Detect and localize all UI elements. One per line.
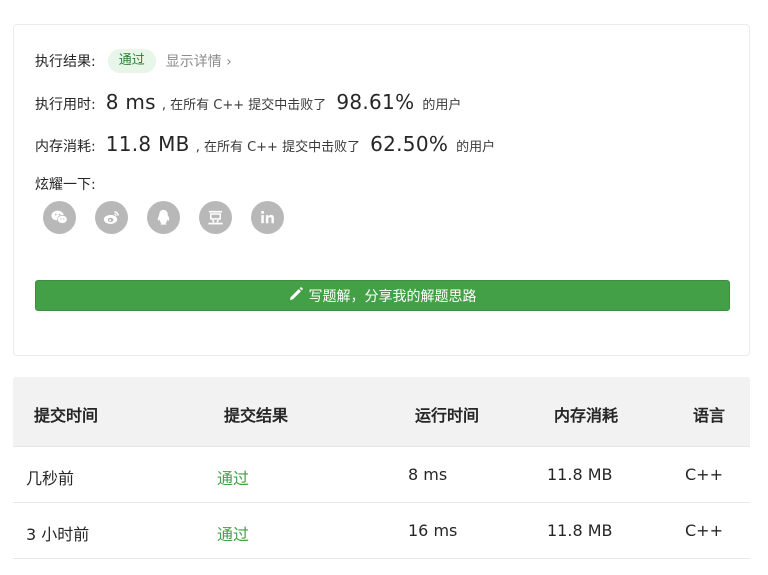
status-badge: 通过 [107,49,156,73]
memory-label: 内存消耗: [35,139,96,155]
table-header: 提交时间 提交结果 运行时间 内存消耗 语言 [13,377,750,447]
pencil-icon [289,286,303,305]
header-submit-time: 提交时间 [34,406,99,425]
runtime-label: 执行用时: [35,97,96,113]
submissions-table: 提交时间 提交结果 运行时间 内存消耗 语言 几秒前 通过 8 ms 11.8 … [13,377,750,559]
memory-percent: 62.50% [370,132,449,156]
memory-value: 11.8 MB [105,132,190,156]
language-cell: C++ [685,465,723,484]
memory-cell: 11.8 MB [547,521,613,540]
show-details-link[interactable]: 显示详情 › [166,51,232,71]
share-icons [43,201,284,234]
write-solution-button[interactable]: 写题解，分享我的解题思路 [35,280,730,311]
runtime-row: 执行用时: 8 ms , 在所有 C++ 提交中击败了 98.61% 的用户 [35,90,461,114]
write-solution-label: 写题解，分享我的解题思路 [308,288,477,305]
memory-beat-suffix: 的用户 [456,140,496,155]
runtime-cell: 16 ms [408,521,458,540]
runtime-beat-prefix: , 在所有 C++ 提交中击败了 [161,98,327,113]
header-memory: 内存消耗 [554,406,619,425]
language-cell: C++ [685,521,723,540]
submit-time: 几秒前 [26,469,75,488]
header-submit-result: 提交结果 [224,406,289,425]
result-card: 执行结果: 通过 显示详情 › 执行用时: 8 ms , 在所有 C++ 提交中… [13,24,750,356]
table-row[interactable]: 几秒前 通过 8 ms 11.8 MB C++ [13,447,750,503]
header-runtime: 运行时间 [415,406,480,425]
runtime-percent: 98.61% [336,90,415,114]
table-row[interactable]: 3 小时前 通过 16 ms 11.8 MB C++ [13,503,750,559]
runtime-beat-suffix: 的用户 [422,98,462,113]
runtime-cell: 8 ms [408,465,448,484]
submit-time: 3 小时前 [26,525,90,544]
qq-icon[interactable] [147,201,180,234]
result-row: 执行结果: 通过 显示详情 › [35,49,232,73]
runtime-value: 8 ms [105,90,156,114]
header-language: 语言 [693,406,726,425]
memory-cell: 11.8 MB [547,465,613,484]
submit-result-link[interactable]: 通过 [217,521,249,545]
memory-beat-prefix: , 在所有 C++ 提交中击败了 [195,140,361,155]
submit-result-link[interactable]: 通过 [217,465,249,489]
douban-icon[interactable] [199,201,232,234]
memory-row: 内存消耗: 11.8 MB , 在所有 C++ 提交中击败了 62.50% 的用… [35,132,495,156]
wechat-icon[interactable] [43,201,76,234]
share-label: 炫耀一下: [35,177,96,193]
weibo-icon[interactable] [95,201,128,234]
result-label: 执行结果: [35,54,96,70]
share-row: 炫耀一下: [35,174,96,194]
linkedin-icon[interactable] [251,201,284,234]
